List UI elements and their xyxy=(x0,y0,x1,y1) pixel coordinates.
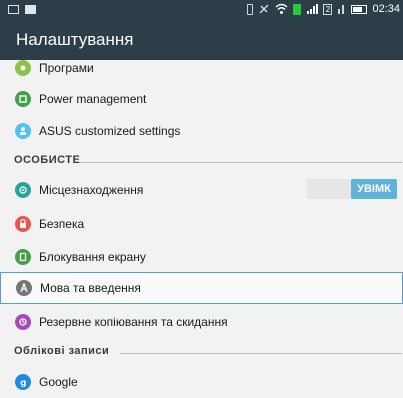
battery-icon xyxy=(351,4,368,14)
list-item-language[interactable]: Мова та введення xyxy=(0,272,403,304)
status-bar: 2 02:34 xyxy=(0,0,403,22)
page-title: Налаштування xyxy=(16,30,134,49)
list-item-security[interactable]: Безпека xyxy=(0,208,403,240)
section-divider xyxy=(80,162,402,163)
svg-text:g: g xyxy=(20,379,26,388)
section-header-accounts: Облікові записи xyxy=(0,340,403,364)
list-item-label: Програми xyxy=(39,61,94,75)
backup-icon xyxy=(15,314,31,330)
section-header-personal: ОСОБИСТЕ xyxy=(0,149,403,173)
lock-icon xyxy=(15,216,31,232)
section-title: ОСОБИСТЕ xyxy=(14,154,81,166)
wifi-icon xyxy=(275,3,288,14)
clock: 02:34 xyxy=(372,3,400,15)
screen-lock-icon xyxy=(15,249,31,265)
section-title: Облікові записи xyxy=(14,345,110,357)
image-icon xyxy=(25,5,36,14)
signal-icon-2 xyxy=(338,5,345,14)
status-bar-left xyxy=(8,5,36,14)
list-item-label: Power management xyxy=(39,92,147,106)
mute-icon xyxy=(259,4,269,14)
signal-icon xyxy=(307,4,319,14)
toggle-state: УВІМК xyxy=(351,179,397,199)
google-icon: g xyxy=(15,374,31,390)
list-item-label: Місцезнаходження xyxy=(39,183,144,197)
list-item-google[interactable]: g Google xyxy=(0,366,403,398)
location-icon xyxy=(15,182,31,198)
list-item-screen-lock[interactable]: Блокування екрану xyxy=(0,241,403,273)
language-icon xyxy=(16,280,32,296)
list-item-label: Блокування екрану xyxy=(39,250,146,264)
status-bar-right: 2 02:34 xyxy=(247,3,400,15)
asus-settings-icon xyxy=(15,123,31,139)
list-item-label: Резервне копіювання та скидання xyxy=(39,315,228,329)
list-item-label: ASUS customized settings xyxy=(39,124,181,138)
list-item-power-management[interactable]: Power management xyxy=(0,83,403,115)
list-item-label: Мова та введення xyxy=(40,281,141,295)
power-management-icon xyxy=(15,91,31,107)
notification-icon xyxy=(8,5,19,14)
list-item-location[interactable]: Місцезнаходження УВІМК xyxy=(0,174,403,206)
vibrate-icon xyxy=(247,3,254,15)
list-item-programs[interactable]: Програми xyxy=(0,52,403,84)
location-toggle[interactable]: УВІМК xyxy=(307,179,397,199)
apps-icon xyxy=(15,60,31,76)
list-item-label: Google xyxy=(39,375,78,389)
battery-saver-icon xyxy=(293,3,302,15)
list-item-backup-reset[interactable]: Резервне копіювання та скидання xyxy=(0,306,403,338)
sim-icon: 2 xyxy=(323,3,333,15)
list-item-label: Безпека xyxy=(39,217,85,231)
section-divider xyxy=(120,353,402,354)
list-item-asus-customized-settings[interactable]: ASUS customized settings xyxy=(0,115,403,147)
